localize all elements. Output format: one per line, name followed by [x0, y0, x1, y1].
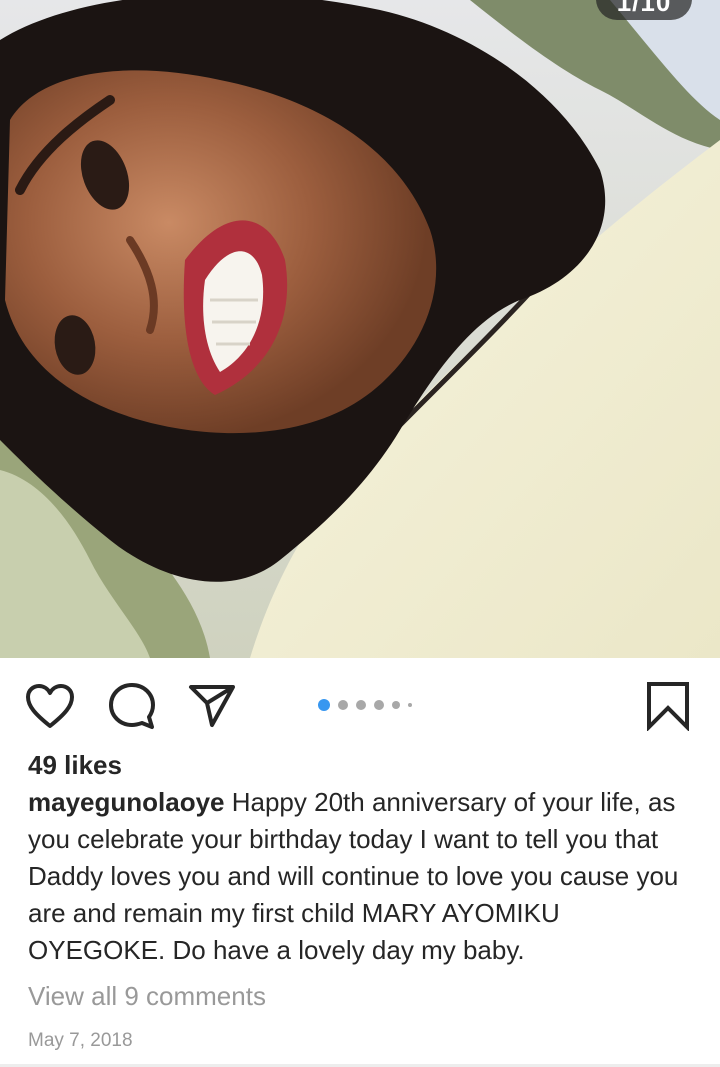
heart-outline-icon: [26, 684, 74, 728]
carousel-dot: [374, 700, 384, 710]
carousel-dot: [338, 700, 348, 710]
post-photo-image: [0, 0, 720, 658]
paper-plane-icon: [189, 685, 235, 727]
post-photo[interactable]: 1/10: [0, 0, 720, 658]
carousel-indicator: [318, 698, 412, 712]
carousel-dot-active: [318, 699, 330, 711]
speech-bubble-icon: [109, 683, 155, 729]
likes-count[interactable]: 49 likes: [28, 750, 692, 780]
carousel-dot: [408, 703, 412, 707]
post-date: May 7, 2018: [28, 1030, 133, 1051]
instagram-post: 1/10 49 likes mayegunolaoye Happy 20th a…: [0, 0, 720, 1067]
image-counter-badge: 1/10: [596, 0, 692, 20]
bookmark-icon: [647, 682, 689, 731]
caption-username[interactable]: mayegunolaoye: [28, 787, 225, 817]
view-all-comments-link[interactable]: View all 9 comments: [28, 979, 692, 1013]
carousel-dot: [356, 700, 366, 710]
action-bar: [0, 658, 720, 750]
save-button[interactable]: [642, 680, 694, 732]
share-button[interactable]: [186, 680, 238, 732]
post-caption: mayegunolaoye Happy 20th anniversary of …: [28, 784, 698, 969]
comment-button[interactable]: [106, 680, 158, 732]
post-meta: 49 likes mayegunolaoye Happy 20th annive…: [0, 750, 720, 1053]
carousel-dot: [392, 701, 400, 709]
like-button[interactable]: [24, 680, 76, 732]
